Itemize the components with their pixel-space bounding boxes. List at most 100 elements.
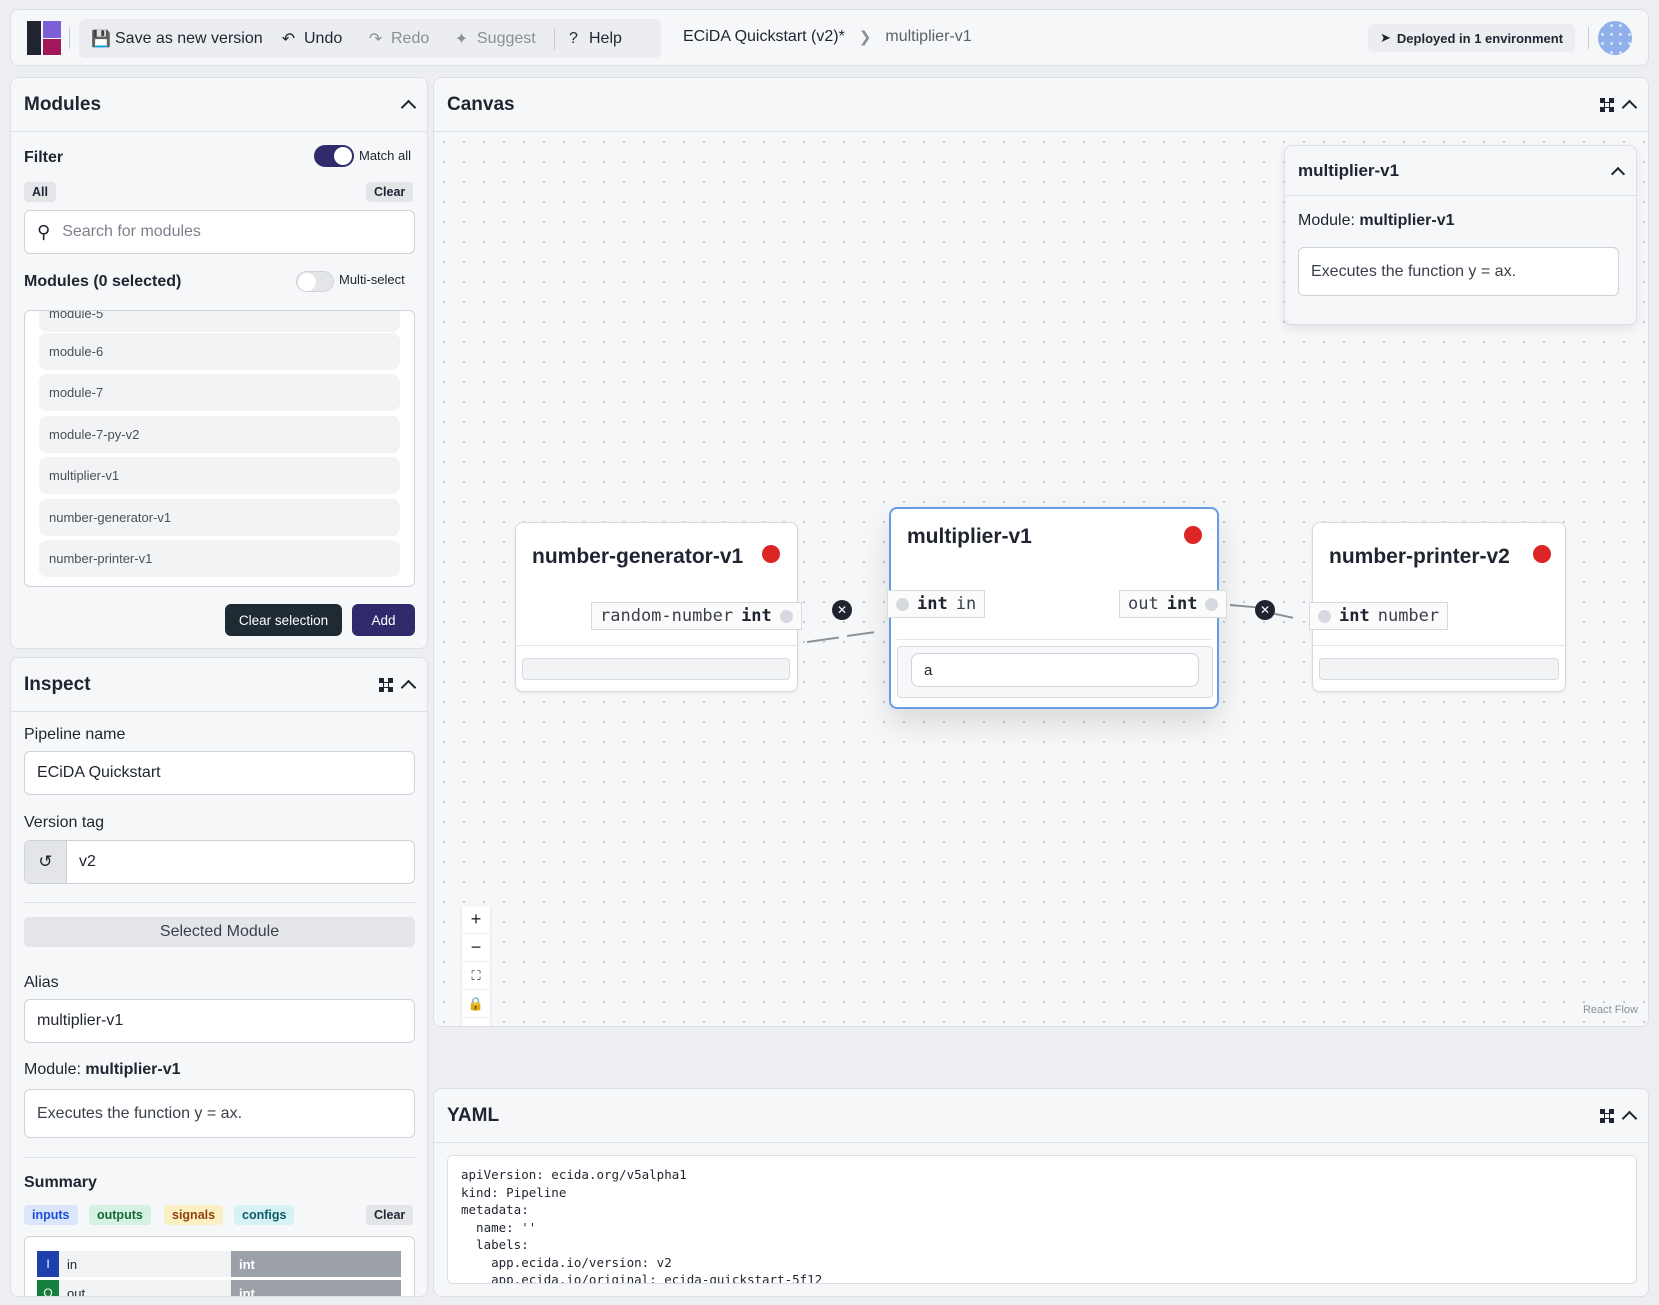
- clear-filter-button[interactable]: Clear: [366, 182, 414, 202]
- output-port[interactable]: random-number int: [591, 602, 802, 630]
- chevron-right-icon: ❯: [858, 29, 872, 46]
- list-item[interactable]: module-7: [39, 374, 400, 411]
- toolbar-separator: [69, 27, 70, 49]
- node-config-area[interactable]: [522, 658, 790, 680]
- modules-panel: Modules Filter Match all All Clear ⚲ Sea…: [10, 77, 428, 649]
- reset-version-icon[interactable]: ↺: [25, 841, 67, 883]
- alias-label: Alias: [24, 974, 59, 991]
- floppy-disk-icon: 💾: [91, 30, 111, 48]
- alias-input[interactable]: multiplier-v1: [24, 999, 415, 1043]
- filter-label: Filter: [24, 149, 64, 166]
- collapse-icon[interactable]: [1610, 166, 1626, 181]
- filter-chip-all[interactable]: All: [24, 182, 56, 202]
- status-dot: [762, 545, 780, 563]
- expand-icon[interactable]: [1600, 1108, 1614, 1123]
- remove-edge-icon[interactable]: ✕: [1255, 600, 1275, 620]
- match-all-toggle[interactable]: [314, 145, 354, 167]
- node-multiplier[interactable]: multiplier-v1 int in out int a: [887, 507, 1228, 709]
- module-search-input[interactable]: ⚲ Search for modules: [24, 210, 415, 254]
- expand-icon[interactable]: [1600, 97, 1614, 112]
- collapse-icon[interactable]: [400, 679, 417, 696]
- status-dot: [1533, 545, 1551, 563]
- redo-button[interactable]: ↷ Redo: [367, 19, 429, 58]
- version-tag-label: Version tag: [24, 814, 105, 831]
- list-item[interactable]: module-5: [39, 311, 400, 332]
- edge-line: [1229, 604, 1258, 608]
- summary-chip-configs[interactable]: configs: [234, 1205, 295, 1225]
- list-item[interactable]: module-7-py-v2: [39, 416, 400, 453]
- summary-chip-inputs[interactable]: inputs: [24, 1205, 78, 1225]
- magic-wand-icon: ✦: [454, 30, 469, 48]
- zoom-out-icon[interactable]: −: [462, 934, 490, 962]
- popover-title: multiplier-v1: [1298, 160, 1400, 180]
- breadcrumb: ECiDA Quickstart (v2)* ❯ multiplier-v1: [683, 28, 972, 46]
- popover-description: Executes the function y = ax.: [1298, 247, 1619, 296]
- list-item[interactable]: multiplier-v1: [39, 457, 400, 494]
- port-handle[interactable]: [1318, 609, 1331, 623]
- help-button[interactable]: ? Help: [565, 19, 622, 58]
- expand-icon[interactable]: [379, 677, 393, 692]
- yaml-line: apiVersion: ecida.org/v5alpha1: [461, 1167, 687, 1182]
- deployment-badge[interactable]: ➤ Deployed in 1 environment: [1368, 24, 1576, 52]
- module-list[interactable]: module-5 module-6 module-7 module-7-py-v…: [24, 310, 415, 587]
- yaml-editor[interactable]: apiVersion: ecida.org/v5alpha1 kind: Pip…: [447, 1155, 1637, 1284]
- yaml-line: name: '': [461, 1219, 537, 1235]
- flow-canvas[interactable]: ✕ ✕ number-generator-v1 random-number int…: [434, 132, 1648, 1026]
- auto-layout-icon[interactable]: ⇅: [462, 1018, 490, 1026]
- undo-icon: ↶: [281, 30, 296, 48]
- fit-view-icon[interactable]: ⛶: [462, 962, 490, 990]
- zoom-in-icon[interactable]: +: [462, 906, 490, 934]
- summary-chip-outputs[interactable]: outputs: [89, 1205, 151, 1225]
- table-row[interactable]: I in int: [37, 1251, 401, 1277]
- canvas-panel: Canvas ✕ ✕ number-generator-v1 random-nu…: [433, 77, 1649, 1027]
- yaml-line: app.ecida.io/original: ecida-quickstart-…: [461, 1272, 823, 1284]
- list-item[interactable]: module-6: [39, 333, 400, 370]
- list-item[interactable]: number-generator-v1: [39, 499, 400, 536]
- react-flow-attribution[interactable]: React Flow: [1583, 1004, 1638, 1016]
- avatar[interactable]: [1598, 21, 1632, 55]
- node-number-printer[interactable]: number-printer-v2 int number: [1309, 522, 1566, 692]
- list-item[interactable]: number-printer-v1: [39, 540, 400, 577]
- pipeline-name-label: Pipeline name: [24, 726, 126, 743]
- inspect-panel-header: Inspect: [11, 658, 427, 712]
- input-port[interactable]: int number: [1309, 602, 1449, 630]
- version-tag-input[interactable]: ↺ v2: [24, 840, 415, 884]
- yaml-panel: YAML apiVersion: ecida.org/v5alpha1 kind…: [433, 1088, 1649, 1297]
- divider: [24, 902, 415, 903]
- match-all-label: Match all: [359, 148, 412, 163]
- status-dot: [1184, 526, 1202, 544]
- clear-summary-button[interactable]: Clear: [366, 1205, 414, 1225]
- node-number-generator[interactable]: number-generator-v1 random-number int: [515, 522, 802, 692]
- collapse-icon[interactable]: [1621, 1110, 1638, 1127]
- node-config-area[interactable]: [1319, 658, 1559, 680]
- lock-icon[interactable]: 🔒: [462, 990, 490, 1018]
- table-row[interactable]: O out int: [37, 1280, 401, 1296]
- breadcrumb-pipeline[interactable]: ECiDA Quickstart (v2)*: [683, 28, 845, 46]
- breadcrumb-module[interactable]: multiplier-v1: [885, 28, 971, 46]
- input-port[interactable]: int in: [887, 590, 986, 618]
- app-logo[interactable]: [27, 21, 61, 55]
- module-name-label: Module: multiplier-v1: [24, 1061, 181, 1078]
- undo-button[interactable]: ↶ Undo: [280, 19, 342, 58]
- summary-chip-signals[interactable]: signals: [164, 1205, 224, 1225]
- suggest-button[interactable]: ✦ Suggest: [453, 19, 536, 58]
- search-icon: ⚲: [37, 221, 51, 242]
- port-handle[interactable]: [1205, 597, 1219, 611]
- collapse-icon[interactable]: [1621, 99, 1638, 116]
- toolbar-separator: [554, 28, 555, 50]
- config-input-a[interactable]: a: [911, 653, 1199, 687]
- save-new-version-button[interactable]: 💾 Save as new version: [91, 19, 263, 58]
- collapse-icon[interactable]: [400, 99, 417, 116]
- multi-select-toggle[interactable]: [296, 271, 334, 292]
- rocket-icon: ➤: [1380, 30, 1391, 45]
- pipeline-name-input[interactable]: ECiDA Quickstart: [24, 751, 415, 795]
- port-handle[interactable]: [779, 609, 793, 623]
- panel-title: Inspect: [24, 673, 91, 695]
- add-module-button[interactable]: Add: [352, 604, 415, 636]
- port-handle[interactable]: [896, 597, 909, 611]
- redo-icon: ↷: [368, 30, 383, 48]
- remove-edge-icon[interactable]: ✕: [832, 600, 852, 620]
- output-port[interactable]: out int: [1119, 590, 1228, 618]
- clear-selection-button[interactable]: Clear selection: [225, 604, 342, 636]
- toolbar-separator: [1588, 27, 1589, 49]
